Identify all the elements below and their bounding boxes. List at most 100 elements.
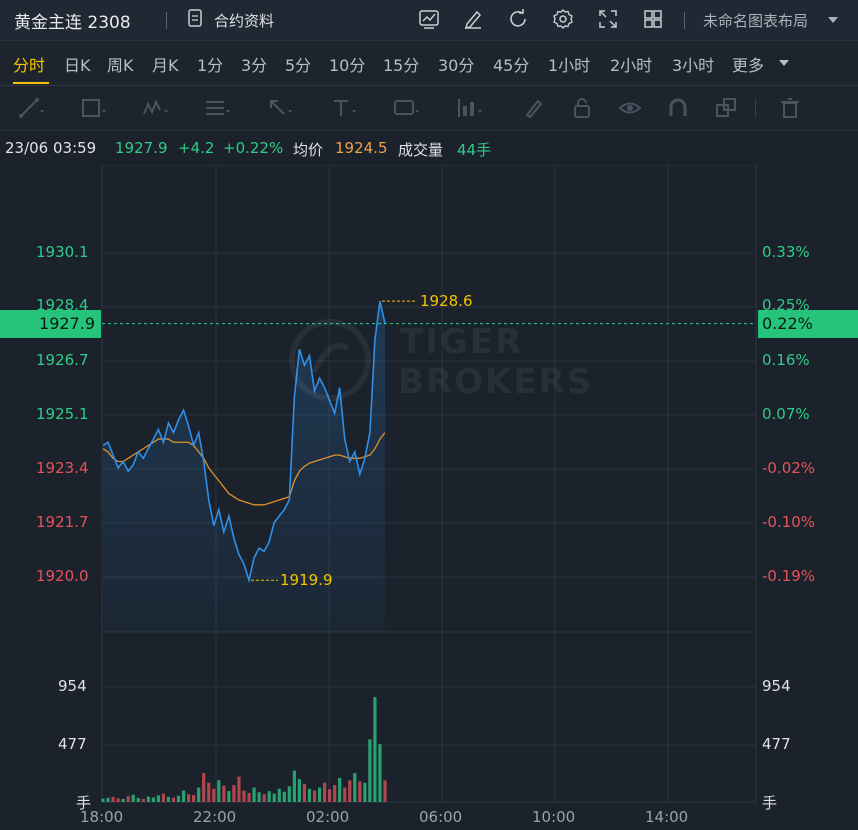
period-tab[interactable]: 45分 <box>493 52 529 76</box>
period-tab[interactable]: 3分 <box>241 52 267 76</box>
fullscreen-icon[interactable] <box>597 8 619 30</box>
volume-bar <box>187 794 191 802</box>
document-icon[interactable] <box>188 9 202 27</box>
period-tab[interactable]: 2小时 <box>610 52 652 76</box>
layout-selector[interactable]: 未命名图表布局 <box>703 10 808 31</box>
price-axis-label: 1926.7 <box>36 351 89 369</box>
high-price-label: 1928.6 <box>420 292 473 310</box>
volume-axis-label: 954 <box>762 677 791 695</box>
watermark-text: TIGER <box>400 322 524 362</box>
volume-axis-label: 954 <box>58 677 87 695</box>
arrow-tool-icon[interactable] <box>266 96 292 120</box>
rect-tool-icon[interactable] <box>80 96 106 120</box>
time-axis-label: 10:00 <box>532 808 576 826</box>
refresh-icon[interactable] <box>507 8 529 30</box>
settings-icon[interactable] <box>552 8 574 30</box>
indicator-icon[interactable] <box>418 8 440 30</box>
volume-bar <box>156 795 160 802</box>
watermark-text: BROKERS <box>398 362 594 402</box>
price-axis-label: 1921.7 <box>36 513 89 531</box>
eye-icon[interactable] <box>618 96 644 120</box>
label-tool-icon[interactable] <box>393 96 419 120</box>
volume-bar <box>277 788 281 802</box>
time-axis-label: 02:00 <box>306 808 350 826</box>
line-tool-icon[interactable] <box>18 96 44 120</box>
volume-bar <box>322 782 327 802</box>
avg-price-value: 1924.5 <box>335 139 388 157</box>
contract-info-link[interactable]: 合约资料 <box>214 10 274 31</box>
measure-tool-icon[interactable] <box>456 96 482 120</box>
volume-bar <box>151 797 155 802</box>
brush-icon[interactable] <box>522 96 548 120</box>
lock-icon[interactable] <box>570 96 596 120</box>
period-tab[interactable]: 10分 <box>329 52 365 76</box>
period-tab[interactable]: 1小时 <box>548 52 590 76</box>
pct-axis-label: -0.10% <box>762 513 816 531</box>
current-price-badge: 1927.9 <box>0 310 101 338</box>
period-tab[interactable]: 分时 <box>13 52 45 76</box>
volume-bar <box>176 795 181 802</box>
volume-bar <box>333 785 337 802</box>
volume-bar <box>328 789 332 802</box>
pct-axis-label: -0.19% <box>762 567 816 585</box>
clone-icon[interactable] <box>714 96 740 120</box>
trash-icon[interactable] <box>778 96 804 120</box>
volume-bar <box>166 796 171 802</box>
volume-bar <box>358 781 362 802</box>
chevron-down-icon[interactable] <box>828 17 838 23</box>
volume-bar <box>242 790 246 802</box>
magnet-icon[interactable] <box>666 96 692 120</box>
intraday-chart[interactable] <box>0 165 858 830</box>
period-tab[interactable]: 日K <box>64 52 91 76</box>
wave-tool-icon[interactable] <box>142 96 168 120</box>
quote-price: 1927.9 <box>115 139 168 157</box>
volume-bar <box>192 795 196 802</box>
active-tab-indicator <box>13 82 49 84</box>
volume-bar <box>297 779 301 802</box>
volume-bar <box>363 782 367 802</box>
period-tab[interactable]: 1分 <box>197 52 223 76</box>
volume-bar <box>373 697 377 802</box>
period-tab[interactable]: 周K <box>107 52 134 76</box>
period-bar: 分时 日K 周K 月K 1分 3分 5分 10分 15分 30分 45分 1小时… <box>0 41 858 86</box>
volume-unit-label: 手 <box>762 794 778 812</box>
volume-bar <box>343 787 347 802</box>
chevron-down-icon[interactable] <box>779 60 789 66</box>
period-tab[interactable]: 月K <box>152 52 179 76</box>
grid-layout-icon[interactable] <box>642 8 664 30</box>
low-price-label: 1919.9 <box>280 571 333 589</box>
period-tab[interactable]: 15分 <box>383 52 419 76</box>
volume-bar <box>227 791 231 802</box>
fib-tool-icon[interactable] <box>204 96 230 120</box>
pct-axis-label: -0.02% <box>762 459 816 477</box>
current-pct-badge: 0.22% <box>758 310 858 338</box>
period-tab[interactable]: 3小时 <box>672 52 714 76</box>
volume-value: 44手 <box>457 141 492 159</box>
volume-bar <box>161 793 166 802</box>
more-periods-button[interactable]: 更多 <box>732 52 764 76</box>
volume-bar <box>171 797 176 802</box>
volume-bar <box>197 787 201 802</box>
quote-time: 23/06 03:59 <box>5 139 97 157</box>
volume-bar <box>282 791 286 802</box>
period-tab[interactable]: 30分 <box>438 52 474 76</box>
volume-bar <box>232 785 236 802</box>
volume-bar <box>378 744 382 802</box>
period-tab[interactable]: 5分 <box>285 52 311 76</box>
avg-price-label: 均价 <box>293 141 324 159</box>
volume-bar <box>111 796 115 802</box>
volume-bar <box>116 798 120 802</box>
volume-bar <box>257 792 261 802</box>
pct-axis-label: 0.07% <box>762 405 810 423</box>
volume-bar <box>383 780 387 802</box>
symbol-title[interactable]: 黄金主连 2308 <box>14 8 131 33</box>
time-axis-label: 22:00 <box>193 808 237 826</box>
volume-axis-label: 477 <box>58 735 87 753</box>
draw-icon[interactable] <box>462 8 484 30</box>
volume-bar <box>307 788 312 802</box>
price-axis-label: 1925.1 <box>36 405 89 423</box>
text-tool-icon[interactable] <box>330 96 356 120</box>
price-axis-label: 1920.0 <box>36 567 89 585</box>
volume-axis-label: 477 <box>762 735 791 753</box>
divider <box>684 12 685 29</box>
